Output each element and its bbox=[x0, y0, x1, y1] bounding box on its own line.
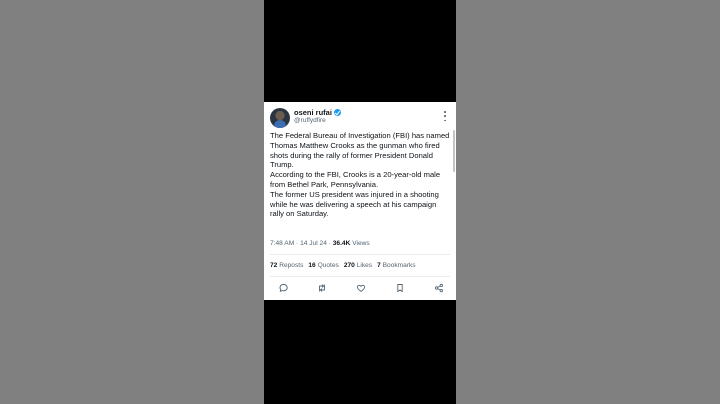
right-backdrop bbox=[456, 0, 720, 404]
action-bar bbox=[278, 283, 444, 293]
tweet-time[interactable]: 7:48 AM bbox=[270, 240, 294, 247]
quotes-stat[interactable]: 16 Quotes bbox=[308, 262, 338, 270]
reposts-count: 72 bbox=[270, 262, 278, 269]
views-label: Views bbox=[352, 240, 370, 247]
meta-separator: · bbox=[296, 240, 299, 247]
verified-badge-icon bbox=[333, 109, 341, 116]
engagement-stats: 72 Reposts 16 Quotes 270 Likes 7 Bookmar… bbox=[270, 262, 416, 270]
bookmark-icon[interactable] bbox=[395, 283, 405, 293]
like-icon[interactable] bbox=[356, 283, 366, 293]
likes-count: 270 bbox=[343, 262, 355, 269]
likes-label: Likes bbox=[356, 262, 373, 269]
tweet-date[interactable]: 14 Jul 24 bbox=[300, 240, 327, 247]
divider bbox=[270, 276, 450, 277]
scrollbar-thumb[interactable] bbox=[453, 130, 455, 172]
bookmarks-count: 7 bbox=[377, 262, 381, 269]
meta-separator: · bbox=[328, 240, 331, 247]
bookmarks-label: Bookmarks bbox=[382, 262, 416, 269]
views-count: 36.4K bbox=[332, 240, 351, 247]
share-icon[interactable] bbox=[434, 283, 444, 293]
repost-icon[interactable] bbox=[317, 283, 327, 293]
tweet-meta: 7:48 AM · 14 Jul 24 · 36.4K Views bbox=[270, 240, 370, 248]
author-name[interactable]: oseni rufai bbox=[294, 108, 332, 117]
bookmarks-stat[interactable]: 7 Bookmarks bbox=[377, 262, 416, 270]
author-handle[interactable]: @ruffydfire bbox=[294, 117, 326, 125]
quotes-label: Quotes bbox=[317, 262, 339, 269]
tweet-card[interactable]: oseni rufai @ruffydfire The Federal Bure… bbox=[264, 102, 456, 300]
reposts-stat[interactable]: 72 Reposts bbox=[270, 262, 303, 270]
reposts-label: Reposts bbox=[279, 262, 304, 269]
tweet-paragraph: The Federal Bureau of Investigation (FBI… bbox=[270, 131, 450, 170]
more-options-icon[interactable] bbox=[444, 111, 446, 121]
likes-stat[interactable]: 270 Likes bbox=[344, 262, 372, 270]
reply-icon[interactable] bbox=[278, 283, 288, 293]
quotes-count: 16 bbox=[308, 262, 316, 269]
tweet-paragraph: The former US president was injured in a… bbox=[270, 189, 439, 219]
left-backdrop bbox=[0, 0, 264, 404]
avatar[interactable] bbox=[270, 108, 290, 128]
tweet-text: The Federal Bureau of Investigation (FBI… bbox=[270, 131, 452, 219]
author-row: oseni rufai bbox=[294, 108, 341, 117]
tweet-paragraph: According to the FBI, Crooks is a 20-yea… bbox=[270, 170, 441, 189]
divider bbox=[270, 254, 450, 255]
